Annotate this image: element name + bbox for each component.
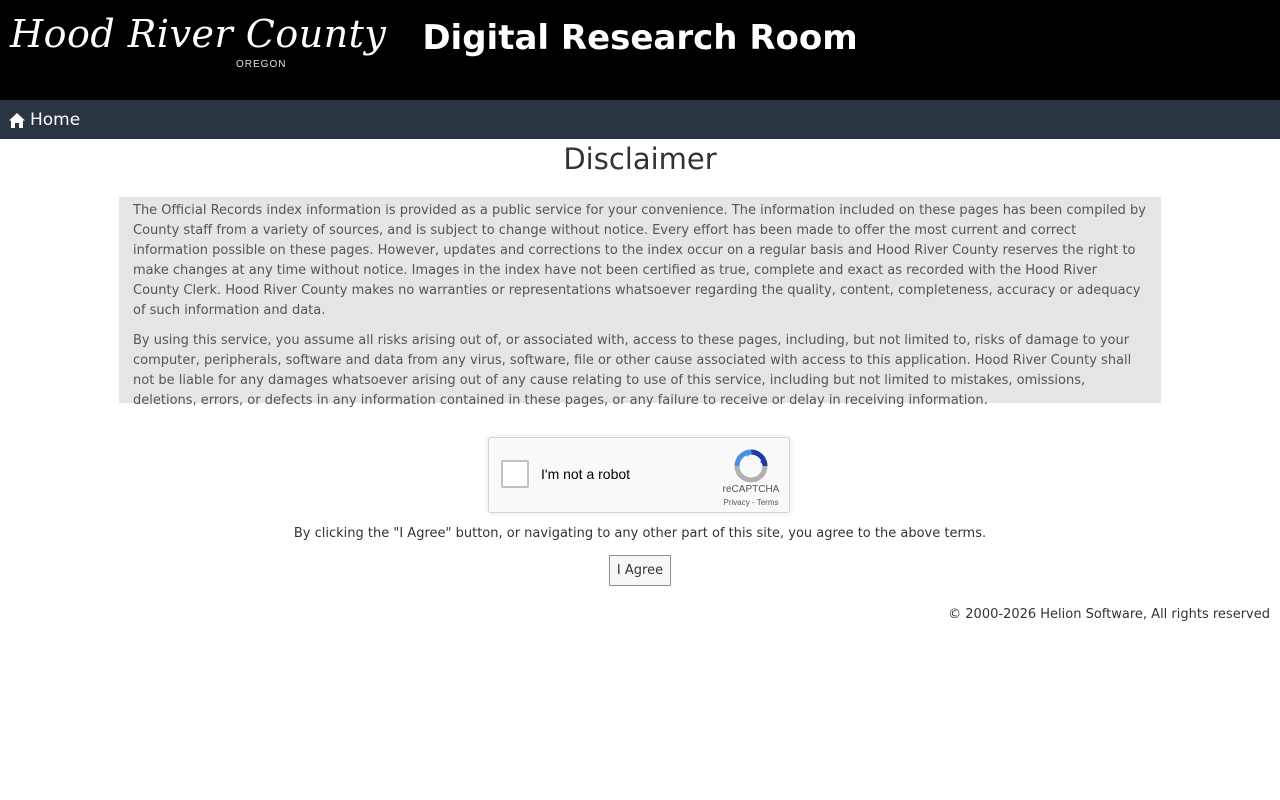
nav-home-link[interactable]: Home <box>8 108 80 132</box>
i-agree-button[interactable]: I Agree <box>609 555 671 586</box>
site-title: Digital Research Room <box>422 18 858 58</box>
recaptcha-widget: I'm not a robot reCAPTCHA Privacy - Term… <box>488 437 790 513</box>
recaptcha-brand: reCAPTCHA <box>722 484 780 495</box>
nav-home-label: Home <box>30 110 81 130</box>
home-icon <box>8 112 26 129</box>
recaptcha-terms-link[interactable]: Terms <box>757 498 779 507</box>
footer-copyright: © 2000-2026 Helion Software, All rights … <box>948 607 1270 622</box>
recaptcha-logo-icon <box>733 448 769 484</box>
recaptcha-privacy-link[interactable]: Privacy <box>724 498 750 507</box>
recaptcha-links-separator: - <box>749 498 757 507</box>
recaptcha-checkbox[interactable] <box>501 460 529 488</box>
disclaimer-paragraph: The Official Records index information i… <box>133 203 1146 318</box>
logo-subtext: OREGON <box>236 59 287 70</box>
page-title: Disclaimer <box>563 142 717 176</box>
disclaimer-paragraph: By using this service, you assume all ri… <box>133 333 1132 408</box>
recaptcha-links: Privacy - Terms <box>711 498 791 507</box>
site-header: Hood River County OREGON Digital Researc… <box>0 0 1280 100</box>
disclaimer-box: The Official Records index information i… <box>119 197 1161 408</box>
navbar: Home <box>0 100 1280 139</box>
recaptcha-label: I'm not a robot <box>541 466 631 482</box>
agree-terms-text: By clicking the "I Agree" button, or nav… <box>293 526 987 541</box>
